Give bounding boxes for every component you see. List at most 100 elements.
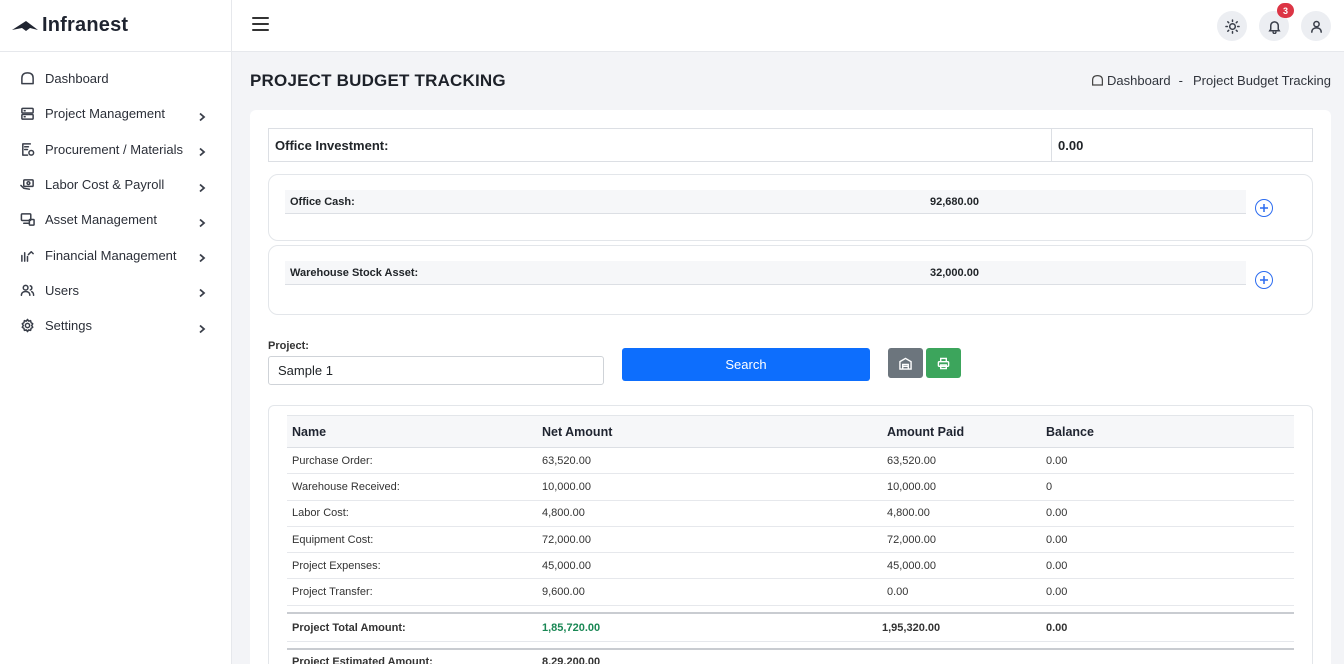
top-bar: 3 [232, 0, 1344, 52]
warehouse-stock-box: Warehouse Stock Asset: 32,000.00 [268, 245, 1313, 315]
row-balance: 0.00 [1040, 526, 1294, 554]
chart-up-icon [19, 247, 35, 263]
print-button[interactable] [926, 348, 961, 378]
home-icon [1092, 75, 1103, 86]
row-balance: 0 [1040, 473, 1294, 501]
chevron-right-icon [197, 285, 207, 298]
sidebar-item-label: Asset Management [45, 212, 158, 228]
office-cash-box: Office Cash: 92,680.00 [268, 174, 1313, 241]
page-title: PROJECT BUDGET TRACKING [250, 71, 506, 90]
project-label: Project: [268, 340, 309, 352]
table-header-row: Name Net Amount Amount Paid Balance [287, 415, 1294, 448]
row-name: Project Expenses: [287, 552, 539, 580]
sidebar-item-users[interactable]: Users [0, 273, 231, 308]
bell-icon [1267, 20, 1281, 34]
user-icon [1310, 20, 1322, 33]
printer-icon [937, 357, 950, 369]
brand[interactable]: Infranest [0, 0, 231, 52]
monitor-icon [19, 212, 35, 228]
row-balance: 0.00 [1040, 578, 1294, 606]
row-net-amount: 10,000.00 [539, 473, 829, 501]
total-row: Project Total Amount: 1,85,720.00 1,95,3… [287, 612, 1294, 642]
row-name: Warehouse Received: [287, 473, 539, 501]
notification-badge: 3 [1277, 3, 1294, 18]
sidebar-nav: Dashboard Project Management Procurement… [0, 52, 231, 343]
sidebar-item-label: Labor Cost & Payroll [45, 177, 165, 193]
row-balance: 0.00 [1040, 447, 1294, 475]
sidebar-item-label: Dashboard [45, 71, 109, 87]
plus-icon [1260, 276, 1268, 284]
sidebar-item-label: Settings [45, 318, 92, 334]
column-header-name: Name [287, 415, 539, 448]
sidebar-item-labor-cost[interactable]: Labor Cost & Payroll [0, 167, 231, 202]
row-net-amount: 63,520.00 [539, 447, 829, 475]
row-amount-paid: 72,000.00 [829, 526, 1040, 554]
breadcrumb-current: Project Budget Tracking [1192, 73, 1331, 88]
office-cash-label: Office Cash: [290, 195, 355, 208]
breadcrumb-separator: - [1178, 73, 1183, 88]
row-net-amount: 9,600.00 [539, 578, 829, 606]
office-investment-row: Office Investment: 0.00 [268, 128, 1313, 162]
total-amount-paid: 1,95,320.00 [829, 612, 1040, 642]
add-office-cash-button[interactable] [1255, 199, 1273, 217]
sidebar-item-label: Financial Management [45, 247, 177, 263]
row-name: Labor Cost: [287, 500, 539, 527]
table-row: Project Expenses: 45,000.00 45,000.00 0.… [287, 552, 1294, 580]
sidebar-item-dashboard[interactable]: Dashboard [0, 61, 231, 96]
breadcrumb: Dashboard - Project Budget Tracking [1091, 73, 1331, 88]
sidebar-item-procurement[interactable]: Procurement / Materials [0, 132, 231, 167]
warehouse-button[interactable] [888, 348, 923, 378]
budget-table-card: Name Net Amount Amount Paid Balance Purc… [268, 405, 1313, 664]
breadcrumb-home-link[interactable]: Dashboard [1107, 73, 1171, 88]
row-net-amount: 4,800.00 [539, 500, 829, 527]
clipboard-check-icon [19, 141, 35, 157]
warehouse-stock-row: Warehouse Stock Asset: 32,000.00 [285, 261, 1246, 285]
row-name: Project Transfer: [287, 578, 539, 606]
row-net-amount: 72,000.00 [539, 526, 829, 554]
users-icon [19, 282, 35, 298]
notifications-button[interactable]: 3 [1259, 3, 1294, 41]
estimated-label: Project Estimated Amount: [287, 648, 539, 664]
home-icon [19, 71, 35, 87]
menu-toggle-icon[interactable] [252, 17, 269, 31]
table-row: Labor Cost: 4,800.00 4,800.00 0.00 [287, 500, 1294, 527]
theme-toggle-button[interactable] [1217, 11, 1247, 41]
chevron-right-icon [197, 250, 207, 263]
row-amount-paid: 45,000.00 [829, 552, 1040, 580]
row-amount-paid: 0.00 [829, 578, 1040, 606]
sidebar-item-project-management[interactable]: Project Management [0, 96, 231, 131]
user-menu-button[interactable] [1301, 11, 1331, 41]
chevron-right-icon [197, 144, 207, 157]
table-row: Purchase Order: 63,520.00 63,520.00 0.00 [287, 447, 1294, 475]
row-name: Purchase Order: [287, 447, 539, 475]
column-header-balance: Balance [1040, 415, 1294, 448]
estimated-row: Project Estimated Amount: 8,29,200.00 [287, 648, 1294, 664]
office-investment-value: 0.00 [1058, 137, 1084, 153]
row-name: Equipment Cost: [287, 526, 539, 554]
cash-hand-icon [19, 177, 35, 193]
column-header-amount-paid: Amount Paid [829, 415, 1040, 448]
row-amount-paid: 63,520.00 [829, 447, 1040, 475]
search-button[interactable]: Search [622, 348, 870, 381]
budget-card: Office Investment: 0.00 Office Cash: 92,… [250, 110, 1331, 664]
budget-table: Name Net Amount Amount Paid Balance Purc… [287, 415, 1294, 664]
table-row: Warehouse Received: 10,000.00 10,000.00 … [287, 473, 1294, 501]
brand-logo-icon [12, 20, 38, 31]
project-input[interactable] [268, 356, 604, 385]
server-icon [19, 106, 35, 122]
office-cash-row: Office Cash: 92,680.00 [285, 190, 1246, 214]
sidebar-item-financial-management[interactable]: Financial Management [0, 237, 231, 272]
chevron-right-icon [197, 180, 207, 192]
table-row: Project Transfer: 9,600.00 0.00 0.00 [287, 578, 1294, 606]
plus-icon [1260, 204, 1268, 212]
sidebar-item-settings[interactable]: Settings [0, 308, 231, 343]
add-warehouse-stock-button[interactable] [1255, 271, 1273, 289]
total-net-amount: 1,85,720.00 [539, 612, 829, 642]
row-amount-paid: 10,000.00 [829, 473, 1040, 501]
sidebar-item-label: Users [45, 282, 79, 298]
row-amount-paid: 4,800.00 [829, 500, 1040, 527]
row-net-amount: 45,000.00 [539, 552, 829, 580]
sidebar-item-asset-management[interactable]: Asset Management [0, 202, 231, 237]
sidebar: Infranest Dashboard Project Management P… [0, 0, 232, 664]
chevron-right-icon [197, 109, 207, 122]
